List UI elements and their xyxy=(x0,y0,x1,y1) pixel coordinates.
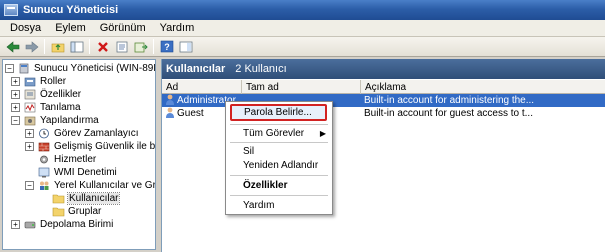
collapse-icon[interactable]: − xyxy=(25,181,34,190)
delete-menu-item[interactable]: Sil xyxy=(226,144,332,158)
svg-text:?: ? xyxy=(164,42,170,52)
roles-icon xyxy=(23,76,37,87)
tree-item-firewall[interactable]: + Gelişmiş Güvenlik ile birlikte xyxy=(25,140,155,153)
folder-icon xyxy=(51,193,65,204)
console-tree: − Sunucu Yöneticisi (WIN-89IRBA9I9O + Ro… xyxy=(2,59,156,250)
services-icon xyxy=(37,154,51,165)
menu-separator xyxy=(230,175,328,176)
tree-item-diagnostics[interactable]: + Tanılama xyxy=(11,101,81,114)
context-menu: Parola Belirle... Tüm Görevler ▶ Sil Yen… xyxy=(225,101,333,215)
collapse-icon[interactable]: − xyxy=(5,64,14,73)
tree-item-features[interactable]: + Özellikler xyxy=(11,88,81,101)
clock-icon xyxy=(37,128,51,139)
show-tree-icon[interactable] xyxy=(68,38,85,55)
expand-icon[interactable]: + xyxy=(11,77,20,86)
forward-arrow-icon[interactable] xyxy=(23,38,40,55)
expand-icon[interactable]: + xyxy=(25,129,34,138)
view-icon[interactable] xyxy=(177,38,194,55)
expand-icon[interactable]: + xyxy=(11,103,20,112)
toolbar-separator xyxy=(153,39,154,54)
user-count: 2 Kullanıcı xyxy=(235,63,287,75)
tree-item-users[interactable]: Kullanıcılar xyxy=(51,192,121,205)
column-header-description[interactable]: Açıklama xyxy=(361,80,605,94)
toolbar: ? xyxy=(0,37,605,57)
collapse-icon[interactable]: − xyxy=(11,116,20,125)
expand-icon[interactable]: + xyxy=(25,142,34,151)
user-icon xyxy=(165,94,175,108)
submenu-arrow-icon: ▶ xyxy=(319,128,326,138)
pane-header: Kullanıcılar 2 Kullanıcı xyxy=(162,59,605,79)
back-arrow-icon[interactable] xyxy=(4,38,21,55)
users-groups-icon xyxy=(37,180,51,191)
server-manager-icon xyxy=(4,4,18,16)
tree-item-services[interactable]: Hizmetler xyxy=(37,153,96,166)
help-icon[interactable]: ? xyxy=(158,38,175,55)
tree-item-storage[interactable]: + Depolama Birimi xyxy=(11,218,113,231)
expand-icon[interactable]: + xyxy=(11,90,20,99)
tree-item-roles[interactable]: + Roller xyxy=(11,75,66,88)
toolbar-separator xyxy=(89,39,90,54)
menu-view[interactable]: Görünüm xyxy=(93,22,153,34)
properties-menu-item[interactable]: Özellikler xyxy=(226,178,332,192)
wmi-icon xyxy=(37,167,51,178)
menu-help[interactable]: Yardım xyxy=(153,22,202,34)
menu-separator xyxy=(230,142,328,143)
delete-icon[interactable] xyxy=(94,38,111,55)
menu-separator xyxy=(230,124,328,125)
window-title: Sunucu Yöneticisi xyxy=(23,4,119,16)
menu-file[interactable]: Dosya xyxy=(3,22,48,34)
pane-title: Kullanıcılar xyxy=(166,63,226,75)
export-icon[interactable] xyxy=(132,38,149,55)
tree-item-server-manager[interactable]: − Sunucu Yöneticisi (WIN-89IRBA9I9O xyxy=(5,62,155,75)
tree-item-task-scheduler[interactable]: + Görev Zamanlayıcı xyxy=(25,127,138,140)
user-icon xyxy=(165,107,175,121)
server-icon xyxy=(17,63,31,74)
menu-action[interactable]: Eylem xyxy=(48,22,93,34)
title-bar: Sunucu Yöneticisi xyxy=(0,0,605,20)
up-folder-icon[interactable] xyxy=(49,38,66,55)
set-password-menu-item[interactable]: Parola Belirle... xyxy=(230,104,327,121)
expand-icon[interactable]: + xyxy=(11,220,20,229)
firewall-icon xyxy=(37,141,51,152)
tree-item-wmi-control[interactable]: WMI Denetimi xyxy=(37,166,117,179)
user-description-cell: Built-in account for guest access to t..… xyxy=(364,108,533,119)
tree-item-groups[interactable]: Gruplar xyxy=(51,205,101,218)
properties-icon[interactable] xyxy=(113,38,130,55)
column-header-name[interactable]: Ad xyxy=(162,80,242,94)
configuration-icon xyxy=(23,115,37,126)
toolbar-separator xyxy=(44,39,45,54)
rename-menu-item[interactable]: Yeniden Adlandır xyxy=(226,158,332,172)
menu-bar: Dosya Eylem Görünüm Yardım xyxy=(0,20,605,37)
tree-item-configuration[interactable]: − Yapılandırma xyxy=(11,114,99,127)
all-tasks-menu-item[interactable]: Tüm Görevler ▶ xyxy=(226,126,332,140)
features-icon xyxy=(23,89,37,100)
diagnostics-icon xyxy=(23,102,37,113)
help-menu-item[interactable]: Yardım xyxy=(226,198,332,212)
column-headers: Ad Tam ad Açıklama xyxy=(162,80,605,94)
folder-icon xyxy=(51,206,65,217)
user-description-cell: Built-in account for administering the..… xyxy=(364,95,535,106)
tree-item-local-users-groups[interactable]: − Yerel Kullanıcılar ve Gruplar xyxy=(25,179,155,192)
column-header-fullname[interactable]: Tam ad xyxy=(242,80,361,94)
storage-icon xyxy=(23,219,37,230)
menu-separator xyxy=(230,195,328,196)
